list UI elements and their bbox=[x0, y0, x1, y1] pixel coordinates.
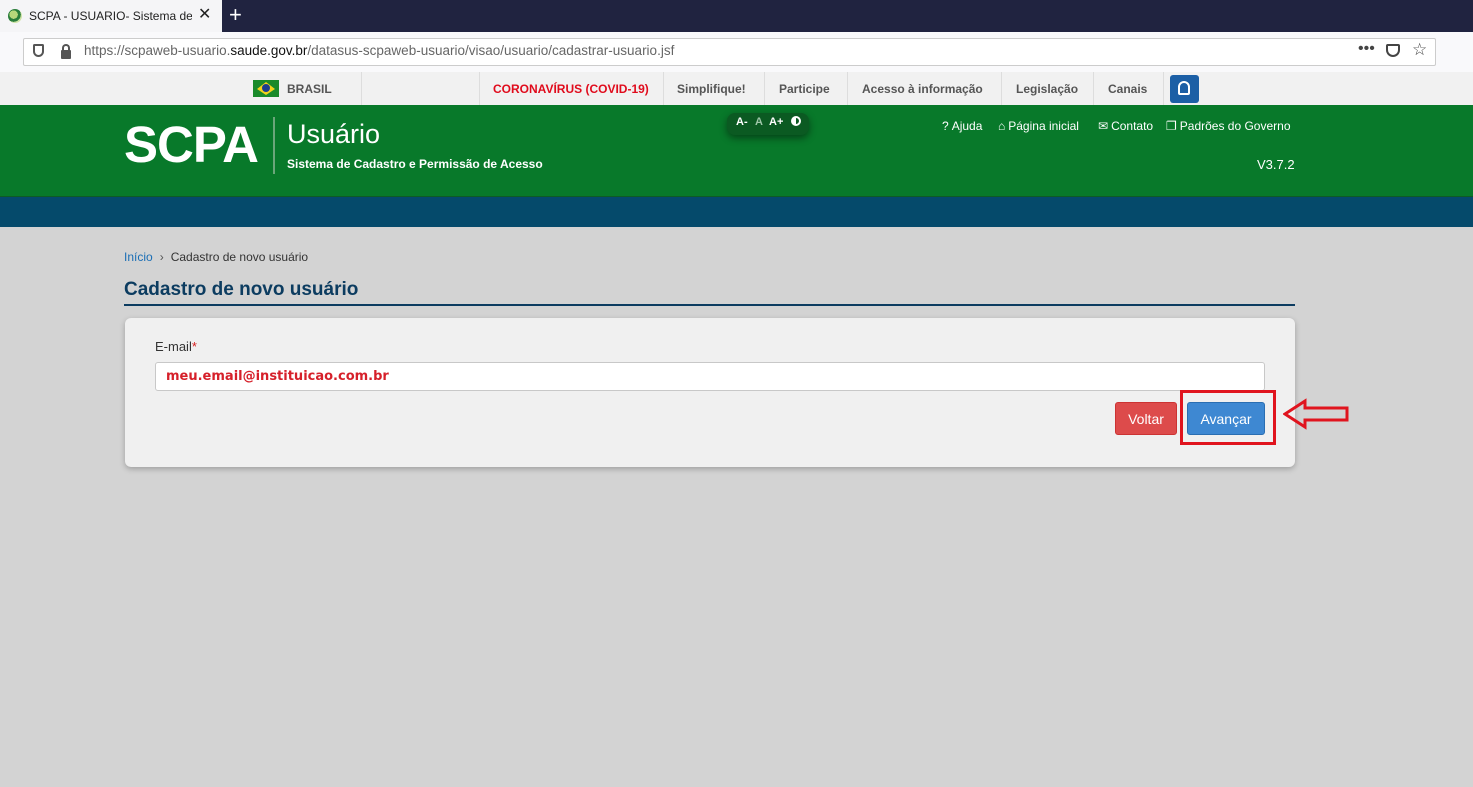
registration-form-card: E-mail* meu.email@instituicao.com.br Vol… bbox=[125, 318, 1295, 467]
shield-icon[interactable] bbox=[33, 44, 44, 57]
app-version: V3.7.2 bbox=[1257, 157, 1295, 172]
tab-title: SCPA - USUARIO- Sistema de C bbox=[29, 9, 192, 23]
govbar-item-acesso-informacao[interactable]: Acesso à informação bbox=[862, 82, 983, 96]
page-title: Cadastro de novo usuário bbox=[124, 279, 359, 300]
site-header: SCPA Usuário Sistema de Cadastro e Permi… bbox=[0, 105, 1473, 197]
contact-link[interactable]: ✉ Contato bbox=[1098, 119, 1153, 133]
accessibility-vlibras-icon[interactable] bbox=[1170, 75, 1199, 103]
home-link[interactable]: ⌂ Página inicial bbox=[998, 119, 1079, 133]
pocket-icon[interactable] bbox=[1386, 44, 1400, 57]
increase-font-button[interactable]: A+ bbox=[769, 116, 783, 128]
gov-bar: BRASIL CORONAVÍRUS (COVID-19) Simplifiqu… bbox=[0, 72, 1473, 106]
govbar-item-legislacao[interactable]: Legislação bbox=[1016, 82, 1078, 96]
page-actions-menu-icon[interactable]: ••• bbox=[1358, 40, 1375, 58]
question-icon: ? bbox=[942, 119, 949, 133]
browser-tab-bar: SCPA - USUARIO- Sistema de C ✕ + bbox=[0, 0, 1473, 32]
brazil-flag-icon[interactable] bbox=[253, 80, 279, 97]
back-button[interactable]: Voltar bbox=[1115, 402, 1177, 435]
logo-divider bbox=[273, 117, 275, 174]
contrast-icon[interactable] bbox=[791, 116, 801, 126]
title-divider bbox=[124, 304, 1295, 306]
annotation-highlight-box bbox=[1180, 390, 1276, 445]
annotation-arrow-icon bbox=[1283, 398, 1349, 430]
header-strip bbox=[0, 197, 1473, 227]
breadcrumb-current: Cadastro de novo usuário bbox=[170, 250, 309, 264]
close-tab-icon[interactable]: ✕ bbox=[198, 6, 211, 24]
scpa-logo[interactable]: SCPA bbox=[124, 115, 259, 175]
envelope-icon: ✉ bbox=[1098, 119, 1109, 133]
breadcrumb-home-link[interactable]: Início bbox=[124, 250, 153, 264]
govbar-item-participe[interactable]: Participe bbox=[779, 82, 830, 96]
breadcrumb: Início › Cadastro de novo usuário bbox=[124, 250, 308, 264]
address-bar[interactable]: https://scpaweb-usuario.saude.gov.br/dat… bbox=[23, 38, 1436, 66]
bookmark-star-icon[interactable]: ☆ bbox=[1412, 40, 1427, 60]
app-subtitle: Sistema de Cadastro e Permissão de Acess… bbox=[287, 157, 543, 171]
govbar-item-simplifique[interactable]: Simplifique! bbox=[677, 82, 746, 96]
browser-tab[interactable]: SCPA - USUARIO- Sistema de C ✕ bbox=[0, 0, 222, 32]
help-link[interactable]: ? Ajuda bbox=[942, 119, 982, 133]
documents-icon: ❐ bbox=[1166, 119, 1177, 133]
app-name: Usuário bbox=[287, 119, 381, 149]
home-icon: ⌂ bbox=[998, 119, 1006, 133]
email-field[interactable]: meu.email@instituicao.com.br bbox=[155, 362, 1265, 391]
email-label: E-mail* bbox=[155, 339, 197, 354]
govbar-item-coronavirus[interactable]: CORONAVÍRUS (COVID-19) bbox=[493, 82, 649, 96]
brasil-link[interactable]: BRASIL bbox=[287, 82, 332, 96]
decrease-font-button[interactable]: A- bbox=[736, 116, 748, 128]
required-mark: * bbox=[191, 339, 197, 354]
browser-toolbar: https://scpaweb-usuario.saude.gov.br/dat… bbox=[0, 32, 1473, 73]
font-size-controls: A- A A+ bbox=[727, 113, 809, 135]
normal-font-button[interactable]: A bbox=[755, 116, 763, 128]
govbar-item-canais[interactable]: Canais bbox=[1108, 82, 1147, 96]
url-text[interactable]: https://scpaweb-usuario.saude.gov.br/dat… bbox=[84, 43, 674, 58]
gov-standards-link[interactable]: ❐ Padrões do Governo bbox=[1166, 119, 1291, 133]
chevron-right-icon: › bbox=[159, 250, 164, 264]
new-tab-icon[interactable]: + bbox=[229, 3, 242, 27]
lock-icon[interactable] bbox=[61, 44, 71, 59]
site-favicon-icon bbox=[8, 9, 22, 23]
